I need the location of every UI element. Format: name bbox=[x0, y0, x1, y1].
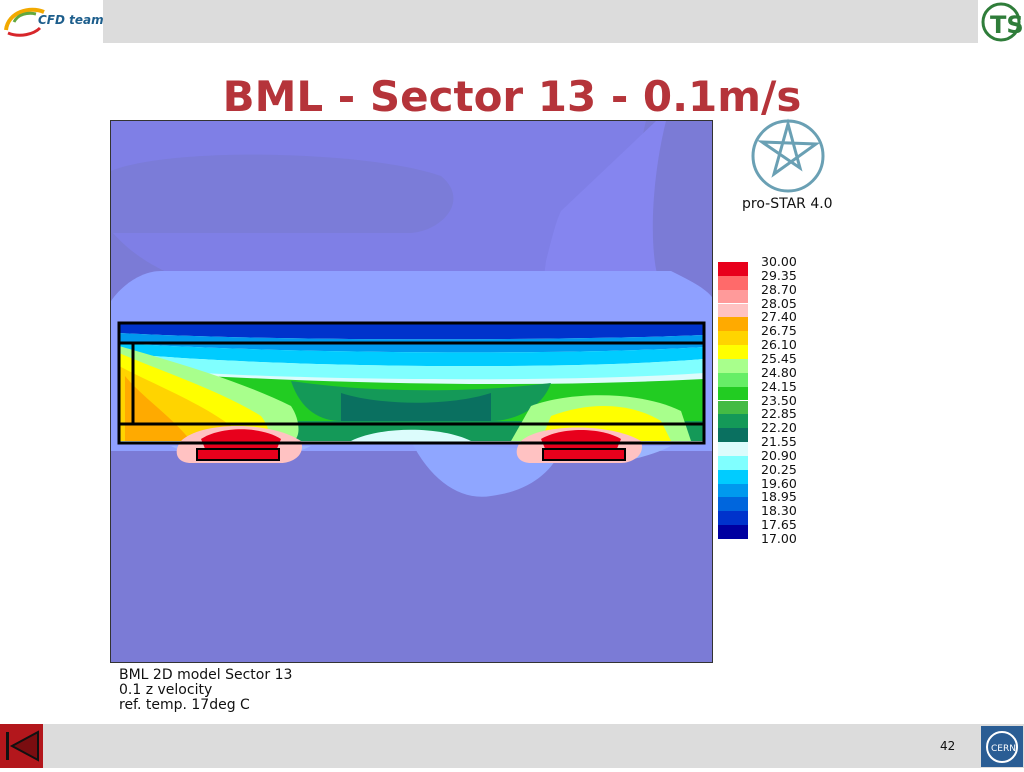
legend-label: 20.90 bbox=[761, 447, 797, 463]
legend-swatch bbox=[718, 511, 748, 526]
legend-swatch bbox=[718, 372, 748, 387]
legend-label: 25.45 bbox=[761, 350, 797, 366]
legend-swatch bbox=[718, 483, 748, 498]
legend-label: 22.20 bbox=[761, 420, 797, 436]
legend-swatch bbox=[718, 331, 748, 346]
software-label: pro-STAR 4.0 bbox=[742, 196, 833, 212]
ts-department-logo: TS bbox=[978, 0, 1024, 43]
svg-text:CERN: CERN bbox=[991, 744, 1016, 754]
legend-swatch bbox=[718, 455, 748, 470]
caption-line-2: 0.1 z velocity bbox=[119, 682, 213, 698]
legend-label: 21.55 bbox=[761, 434, 797, 450]
legend-label: 22.85 bbox=[761, 406, 797, 422]
previous-slide-button[interactable] bbox=[0, 724, 43, 768]
header-bar bbox=[0, 0, 1024, 43]
legend-label: 24.80 bbox=[761, 364, 797, 380]
legend-label: 30.00 bbox=[761, 254, 797, 269]
legend-swatch bbox=[718, 289, 748, 304]
logo-text: CFD team bbox=[38, 13, 104, 27]
svg-text:TS: TS bbox=[990, 11, 1024, 39]
legend-label: 27.40 bbox=[761, 309, 797, 325]
legend-label: 23.50 bbox=[761, 392, 797, 408]
legend-swatch bbox=[718, 414, 748, 429]
legend-swatch bbox=[718, 497, 748, 512]
back-arrow-icon bbox=[6, 730, 39, 762]
legend-swatch bbox=[718, 525, 748, 539]
legend-swatch bbox=[718, 428, 748, 442]
legend-swatch bbox=[718, 469, 748, 484]
legend-label: 24.15 bbox=[761, 378, 797, 394]
legend-label: 18.95 bbox=[761, 489, 797, 505]
legend-swatch bbox=[718, 400, 748, 415]
legend-swatch bbox=[718, 275, 748, 290]
legend-label: 20.25 bbox=[761, 461, 797, 477]
page-title: BML - Sector 13 - 0.1m/s bbox=[222, 72, 802, 121]
legend-swatch bbox=[718, 262, 748, 276]
velocity-contour-plot bbox=[110, 120, 713, 663]
cfd-team-logo: CFD team bbox=[0, 0, 104, 43]
footer-bar bbox=[0, 724, 1024, 768]
contour-graphic bbox=[111, 121, 712, 662]
cern-logo: CERN bbox=[981, 726, 1023, 767]
legend-swatch bbox=[718, 303, 748, 318]
legend-swatch bbox=[718, 386, 748, 401]
page-number: 42 bbox=[940, 739, 956, 753]
plot-caption: BML 2D model Sector 13 0.1 z velocity re… bbox=[119, 668, 292, 713]
legend-label: 19.60 bbox=[761, 475, 797, 491]
legend-label: 26.75 bbox=[761, 323, 797, 339]
legend-label: 28.05 bbox=[761, 295, 797, 311]
legend-swatch bbox=[718, 358, 748, 373]
legend-label: 17.00 bbox=[761, 531, 797, 546]
legend-swatch bbox=[718, 317, 748, 332]
legend-label: 28.70 bbox=[761, 281, 797, 297]
caption-line-3: ref. temp. 17deg C bbox=[119, 697, 250, 713]
legend-swatch bbox=[718, 442, 748, 456]
legend-swatch bbox=[718, 345, 748, 359]
legend-label: 17.65 bbox=[761, 517, 797, 533]
legend-label: 29.35 bbox=[761, 267, 797, 283]
legend-label: 18.30 bbox=[761, 503, 797, 519]
legend-label: 26.10 bbox=[761, 337, 797, 353]
caption-line-1: BML 2D model Sector 13 bbox=[119, 667, 293, 683]
